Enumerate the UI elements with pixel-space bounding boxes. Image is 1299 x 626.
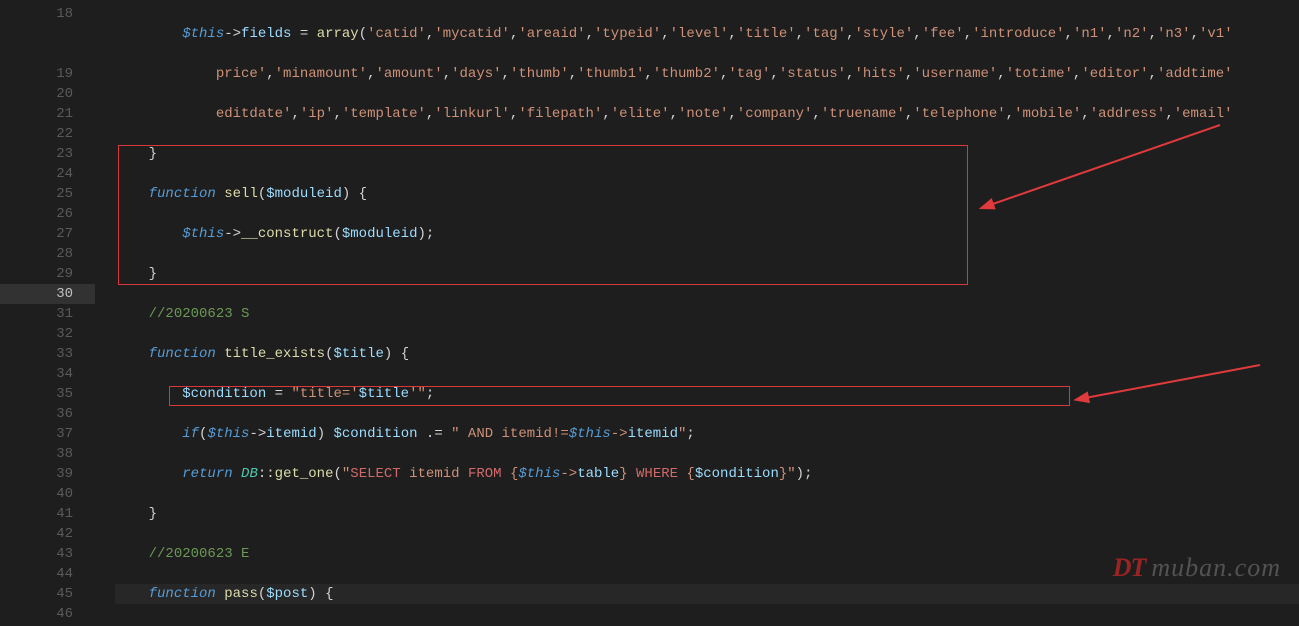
code-line: return DB::get_one("SELECT itemid FROM {…: [115, 464, 1299, 484]
line-number: 37: [0, 424, 95, 444]
line-number: 30: [0, 284, 95, 304]
line-number: 40: [0, 484, 95, 504]
code-line: $this->__construct($moduleid);: [115, 224, 1299, 244]
line-number: 42: [0, 524, 95, 544]
line-number: 46: [0, 604, 95, 624]
line-number: 38: [0, 444, 95, 464]
line-number: 33: [0, 344, 95, 364]
code-line: if($this->itemid) $condition .= " AND it…: [115, 424, 1299, 444]
line-number-wrap: [0, 24, 95, 44]
code-line: $condition = "title='$title'";: [115, 384, 1299, 404]
line-number: 31: [0, 304, 95, 324]
line-number: 24: [0, 164, 95, 184]
line-number-wrap: [0, 44, 95, 64]
line-number: 41: [0, 504, 95, 524]
code-line: price','minamount','amount','days','thum…: [115, 64, 1299, 84]
line-number: 18: [0, 4, 95, 24]
line-number: 35: [0, 384, 95, 404]
code-line: //20200623 E: [115, 544, 1299, 564]
code-line: function sell($moduleid) {: [115, 184, 1299, 204]
code-line: function pass($post) {: [115, 584, 1299, 604]
line-number: 45: [0, 584, 95, 604]
line-number: 22: [0, 124, 95, 144]
line-number: 44: [0, 564, 95, 584]
code-line: editdate','ip','template','linkurl','fil…: [115, 104, 1299, 124]
line-number: 19: [0, 64, 95, 84]
code-editor[interactable]: 18 1920212223242526272829303132333435363…: [0, 0, 1299, 626]
code-line: //20200623 S: [115, 304, 1299, 324]
line-number: 36: [0, 404, 95, 424]
line-number: 29: [0, 264, 95, 284]
line-number: 39: [0, 464, 95, 484]
code-line: function title_exists($title) {: [115, 344, 1299, 364]
line-number: 25: [0, 184, 95, 204]
line-number: 26: [0, 204, 95, 224]
code-line: }: [115, 144, 1299, 164]
code-area[interactable]: $this->fields = array('catid','mycatid',…: [95, 0, 1299, 626]
code-line: }: [115, 504, 1299, 524]
line-number: 21: [0, 104, 95, 124]
line-number: 27: [0, 224, 95, 244]
line-number: 34: [0, 364, 95, 384]
line-number: 20: [0, 84, 95, 104]
line-number: 28: [0, 244, 95, 264]
line-number: 23: [0, 144, 95, 164]
code-line: $this->fields = array('catid','mycatid',…: [115, 24, 1299, 44]
line-number-gutter: 18 1920212223242526272829303132333435363…: [0, 0, 95, 626]
line-number: 32: [0, 324, 95, 344]
line-number: 43: [0, 544, 95, 564]
code-line: }: [115, 264, 1299, 284]
